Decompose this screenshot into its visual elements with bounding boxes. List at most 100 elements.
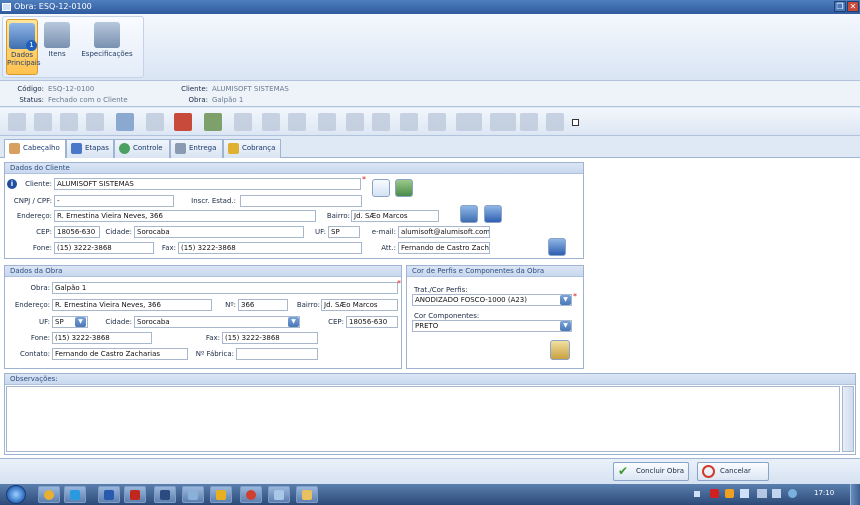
chart-icon[interactable]	[520, 113, 538, 131]
cliente-field[interactable]: ALUMISOFT SISTEMAS	[54, 178, 361, 190]
cidade-field[interactable]: Sorocaba	[134, 226, 304, 238]
toolbar	[0, 108, 860, 136]
chevron-down-icon[interactable]: ▼	[75, 317, 86, 327]
add-client-button[interactable]	[395, 179, 413, 197]
taskbar-acrobat[interactable]	[124, 486, 146, 503]
obra-fone-field[interactable]: (15) 3222-3868	[52, 332, 152, 344]
new-icon[interactable]	[8, 113, 26, 131]
taskbar-notepad[interactable]	[268, 486, 290, 503]
show-desktop-button[interactable]	[850, 484, 860, 505]
obra-bairro-field[interactable]: Jd. SÆo Marcos	[321, 299, 398, 311]
save-as-icon[interactable]	[60, 113, 78, 131]
print-icon[interactable]	[318, 113, 336, 131]
chevron-down-icon[interactable]: ▼	[560, 321, 571, 331]
toggle-box-icon[interactable]	[572, 119, 579, 126]
scrollbar[interactable]	[842, 386, 854, 452]
endereco-label: Endereço:	[16, 212, 52, 220]
tab-entrega[interactable]: Entrega	[170, 139, 223, 158]
taskbar-chrome-2[interactable]	[240, 486, 262, 503]
comp-select[interactable]: PRETO	[412, 320, 572, 332]
lock-icon[interactable]	[372, 113, 390, 131]
arrow-up-icon[interactable]	[234, 113, 252, 131]
fone-label: Fone:	[32, 244, 52, 252]
truck-icon	[175, 143, 186, 154]
taskbar-skype[interactable]	[64, 486, 86, 503]
wand-icon[interactable]	[546, 113, 564, 131]
report-icon[interactable]	[346, 113, 364, 131]
obra-fax-field[interactable]: (15) 3222-3868	[222, 332, 318, 344]
obra-field[interactable]: Galpão 1	[52, 282, 398, 294]
tray-arrow-icon[interactable]	[694, 491, 700, 497]
cancelar-obra-button[interactable]: Cancelar Obra	[697, 462, 769, 492]
clock[interactable]: 17:10	[814, 489, 834, 497]
signal-icon[interactable]	[757, 489, 767, 498]
home-icon[interactable]	[174, 113, 192, 131]
network-icon[interactable]	[740, 489, 749, 498]
tab-etapas[interactable]: Etapas	[66, 139, 114, 158]
grid-dropdown-icon[interactable]	[456, 113, 482, 131]
taskbar-yellow-app[interactable]	[210, 486, 232, 503]
fabrica-field[interactable]	[236, 348, 318, 360]
tab-controle-label: Controle	[133, 144, 163, 152]
close-button[interactable]: ✕	[847, 1, 859, 12]
att-field[interactable]: Fernando de Castro Zacha	[398, 242, 490, 254]
tab-cabecalho[interactable]: Cabeçalho	[4, 139, 66, 159]
obra-cidade-select[interactable]: Sorocaba	[134, 316, 300, 328]
chart-dropdown-icon[interactable]	[490, 113, 516, 131]
taskbar-word[interactable]	[98, 486, 120, 503]
download-button[interactable]	[548, 238, 566, 256]
taskbar-chrome[interactable]	[38, 486, 60, 503]
tray-app-icon[interactable]	[788, 489, 797, 498]
window-titlebar: Obra: ESQ-12-0100 ❐ ✕	[0, 0, 860, 14]
map-button[interactable]	[460, 205, 478, 223]
ribbon-itens-button[interactable]: Itens	[43, 19, 71, 75]
taskbar-explorer[interactable]	[296, 486, 318, 503]
document-icon[interactable]	[288, 113, 306, 131]
tools-icon[interactable]	[428, 113, 446, 131]
concluir-obra-button[interactable]: ✔ Concluir Obra	[613, 462, 689, 481]
volume-icon[interactable]	[772, 489, 781, 498]
ribbon-especificacoes-button[interactable]: Especificações	[73, 19, 141, 75]
save-icon[interactable]	[34, 113, 52, 131]
start-button[interactable]	[6, 485, 26, 504]
fax-field[interactable]: (15) 3222-3868	[178, 242, 362, 254]
ribbon-dados-principais-button[interactable]: 1 Dados Principais	[6, 19, 40, 75]
search-client-button[interactable]	[372, 179, 390, 197]
inscr-field[interactable]	[240, 195, 362, 207]
observacoes-textarea[interactable]	[6, 386, 840, 452]
obra-uf-label: UF:	[39, 318, 50, 326]
obra-label: Obra:	[30, 284, 50, 292]
calculator-icon[interactable]	[204, 113, 222, 131]
email-field[interactable]: alumisoft@alumisoft.com.	[398, 226, 490, 238]
export-icon[interactable]	[400, 113, 418, 131]
tab-cobranca[interactable]: Cobrança	[223, 139, 281, 158]
obra-endereco-field[interactable]: R. Ernestina Vieira Neves, 366	[52, 299, 212, 311]
cliente-label: Cliente:	[25, 180, 52, 188]
numero-field[interactable]: 366	[238, 299, 288, 311]
restore-button[interactable]: ❐	[834, 1, 846, 12]
paint-bucket-button[interactable]	[550, 340, 570, 360]
chevron-down-icon[interactable]: ▼	[288, 317, 299, 327]
bairro-field[interactable]: Jd. SÆo Marcos	[351, 210, 439, 222]
delete-icon[interactable]	[146, 113, 164, 131]
obra-cep-field[interactable]: 18056-630	[346, 316, 398, 328]
tray-orange-icon[interactable]	[725, 489, 734, 498]
email-button[interactable]	[484, 205, 502, 223]
fone-field[interactable]: (15) 3222-3868	[54, 242, 154, 254]
cnpj-field[interactable]: -	[54, 195, 174, 207]
tab-controle[interactable]: Controle	[114, 139, 170, 158]
taskbar-app[interactable]	[154, 486, 176, 503]
perfis-select[interactable]: ANODIZADO FOSCO-1000 (A23)	[412, 294, 572, 306]
endereco-field[interactable]: R. Ernestina Vieira Neves, 366	[54, 210, 316, 222]
cep-field[interactable]: 18056-630	[54, 226, 100, 238]
arrow-down-icon[interactable]	[262, 113, 280, 131]
contato-field[interactable]: Fernando de Castro Zacharias	[52, 348, 188, 360]
uf-field[interactable]: SP	[328, 226, 360, 238]
save-close-icon[interactable]	[86, 113, 104, 131]
uf-label: UF:	[315, 228, 326, 236]
inscr-label: Inscr. Estad.:	[191, 197, 236, 205]
tray-red-icon[interactable]	[710, 489, 719, 498]
taskbar-tool[interactable]	[182, 486, 204, 503]
edit-icon[interactable]	[116, 113, 134, 131]
chevron-down-icon[interactable]: ▼	[560, 295, 571, 305]
